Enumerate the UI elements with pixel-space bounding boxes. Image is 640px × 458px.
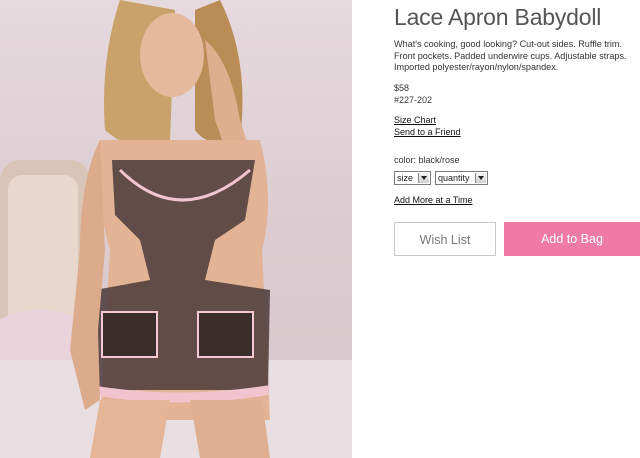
color-label: color: black/rose (394, 155, 460, 165)
send-to-friend-link[interactable]: Send to a Friend (394, 127, 461, 137)
size-select[interactable]: size (394, 171, 431, 185)
add-to-bag-button[interactable]: Add to Bag (504, 222, 640, 256)
product-title: Lace Apron Babydoll (394, 4, 602, 30)
add-more-at-a-time-link[interactable]: Add More at a Time (394, 195, 473, 205)
chevron-down-icon (418, 173, 429, 183)
quantity-select[interactable]: quantity (435, 171, 488, 185)
face-shape (140, 13, 204, 97)
product-sku: #227-202 (394, 95, 433, 105)
product-photo-illustration (0, 0, 352, 458)
product-price: $58 (394, 83, 410, 93)
product-photo (0, 0, 352, 458)
quantity-select-value: quantity (438, 173, 470, 183)
wish-list-button[interactable]: Wish List (394, 222, 496, 256)
product-details: Lace Apron Babydoll What's cooking, good… (394, 0, 640, 458)
chevron-down-icon (475, 173, 486, 183)
product-description: What's cooking, good looking? Cut-out si… (394, 39, 627, 73)
size-chart-link[interactable]: Size Chart (394, 115, 436, 125)
size-select-value: size (397, 173, 414, 183)
